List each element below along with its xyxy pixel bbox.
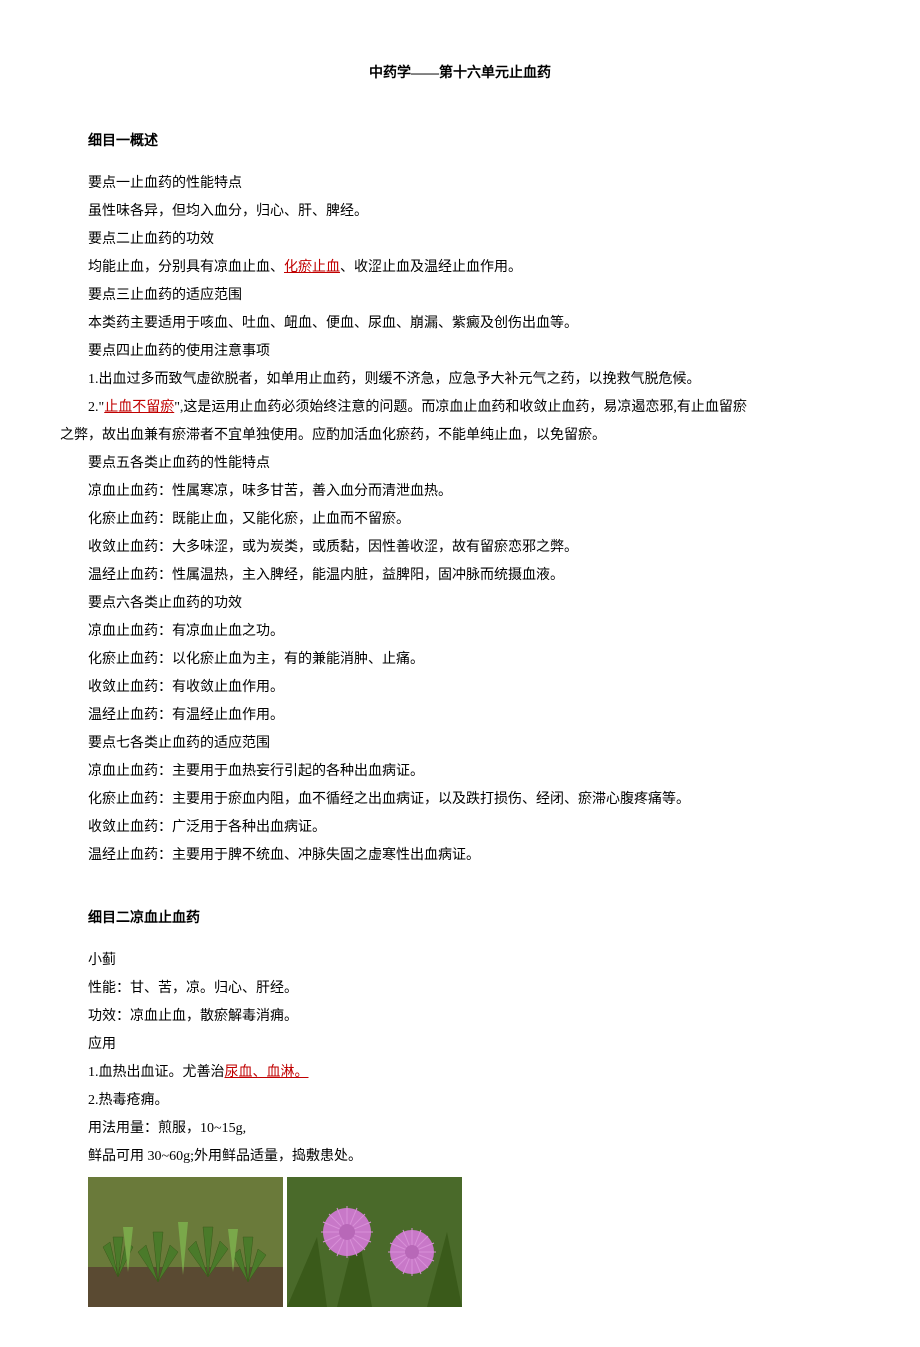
- usage-1: 用法用量：煎服，10~15g,: [60, 1115, 860, 1143]
- highlight-niaoxue: 尿血、血淋。: [225, 1065, 309, 1080]
- point-5-label: 要点五各类止血药的性能特点: [60, 450, 860, 478]
- point-4-label: 要点四止血药的使用注意事项: [60, 338, 860, 366]
- point-7-body-3: 收敛止血药：广泛用于各种出血病证。: [60, 814, 860, 842]
- highlight-zhixue: 止血不留瘀: [104, 400, 174, 415]
- section-2-heading: 细目二凉血止血药: [60, 905, 860, 933]
- point-6-body-4: 温经止血药：有温经止血作用。: [60, 702, 860, 730]
- point-6-body-2: 化瘀止血药：以化瘀止血为主，有的兼能消肿、止痛。: [60, 646, 860, 674]
- point-4-body-2a: 2.": [88, 400, 104, 415]
- herb-images: [88, 1177, 860, 1307]
- application-label: 应用: [60, 1031, 860, 1059]
- herb-flower-image: [287, 1177, 462, 1307]
- herb-plant-image: [88, 1177, 283, 1307]
- application-1a: 1.血热出血证。尤善治: [88, 1065, 225, 1080]
- point-4-body-1: 1.出血过多而致气虚欲脱者，如单用止血药，则缓不济急，应急予大补元气之药，以挽救…: [60, 366, 860, 394]
- point-4-body-2c: 之弊，故出血兼有瘀滞者不宜单独使用。应酌加活血化瘀药，不能单纯止血，以免留瘀。: [60, 422, 860, 450]
- herb-name: 小蓟: [60, 947, 860, 975]
- point-2-body-a: 均能止血，分别具有凉血止血、: [88, 260, 284, 275]
- herb-properties: 性能：甘、苦，凉。归心、肝经。: [60, 975, 860, 1003]
- point-1-label: 要点一止血药的性能特点: [60, 170, 860, 198]
- point-1-body: 虽性味各异，但均入血分，归心、肝、脾经。: [60, 198, 860, 226]
- point-4-body-2b: ",这是运用止血药必须始终注意的问题。而凉血止血药和收敛止血药，易凉遏恋邪,有止…: [174, 400, 747, 415]
- point-7-body-2: 化瘀止血药：主要用于瘀血内阻，血不循经之出血病证，以及跌打损伤、经闭、瘀滞心腹疼…: [60, 786, 860, 814]
- point-2-label: 要点二止血药的功效: [60, 226, 860, 254]
- point-6-body-3: 收敛止血药：有收敛止血作用。: [60, 674, 860, 702]
- herb-function: 功效：凉血止血，散瘀解毒消痈。: [60, 1003, 860, 1031]
- point-3-body: 本类药主要适用于咳血、吐血、衄血、便血、尿血、崩漏、紫癜及创伤出血等。: [60, 310, 860, 338]
- point-2-body: 均能止血，分别具有凉血止血、化瘀止血、收涩止血及温经止血作用。: [60, 254, 860, 282]
- section-1-heading: 细目一概述: [60, 128, 860, 156]
- point-2-body-b: 、收涩止血及温经止血作用。: [340, 260, 522, 275]
- point-5-body-2: 化瘀止血药：既能止血，又能化瘀，止血而不留瘀。: [60, 506, 860, 534]
- application-1: 1.血热出血证。尤善治尿血、血淋。: [60, 1059, 860, 1087]
- point-7-body-1: 凉血止血药：主要用于血热妄行引起的各种出血病证。: [60, 758, 860, 786]
- point-5-body-3: 收敛止血药：大多味涩，或为炭类，或质黏，因性善收涩，故有留瘀恋邪之弊。: [60, 534, 860, 562]
- point-5-body-4: 温经止血药：性属温热，主入脾经，能温内脏，益脾阳，固冲脉而统摄血液。: [60, 562, 860, 590]
- document-title: 中药学——第十六单元止血药: [60, 60, 860, 88]
- point-4-body-2: 2."止血不留瘀",这是运用止血药必须始终注意的问题。而凉血止血药和收敛止血药，…: [60, 394, 860, 422]
- usage-2: 鲜品可用 30~60g;外用鲜品适量，捣敷患处。: [60, 1143, 860, 1171]
- point-6-label: 要点六各类止血药的功效: [60, 590, 860, 618]
- application-2: 2.热毒疮痈。: [60, 1087, 860, 1115]
- point-3-label: 要点三止血药的适应范围: [60, 282, 860, 310]
- point-7-body-4: 温经止血药：主要用于脾不统血、冲脉失固之虚寒性出血病证。: [60, 842, 860, 870]
- point-7-label: 要点七各类止血药的适应范围: [60, 730, 860, 758]
- point-6-body-1: 凉血止血药：有凉血止血之功。: [60, 618, 860, 646]
- highlight-huayu: 化瘀止血: [284, 260, 340, 275]
- point-5-body-1: 凉血止血药：性属寒凉，味多甘苦，善入血分而清泄血热。: [60, 478, 860, 506]
